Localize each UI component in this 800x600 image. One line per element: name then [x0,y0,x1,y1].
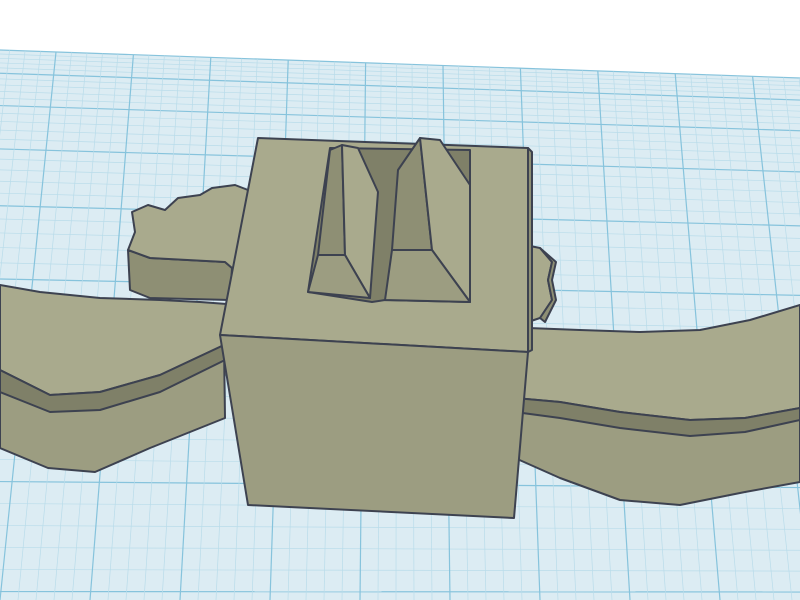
cube-front-face [219,334,529,519]
cube-right-edge [527,147,533,353]
workplane-scene[interactable] [0,0,800,600]
3d-viewport[interactable] [0,0,800,600]
